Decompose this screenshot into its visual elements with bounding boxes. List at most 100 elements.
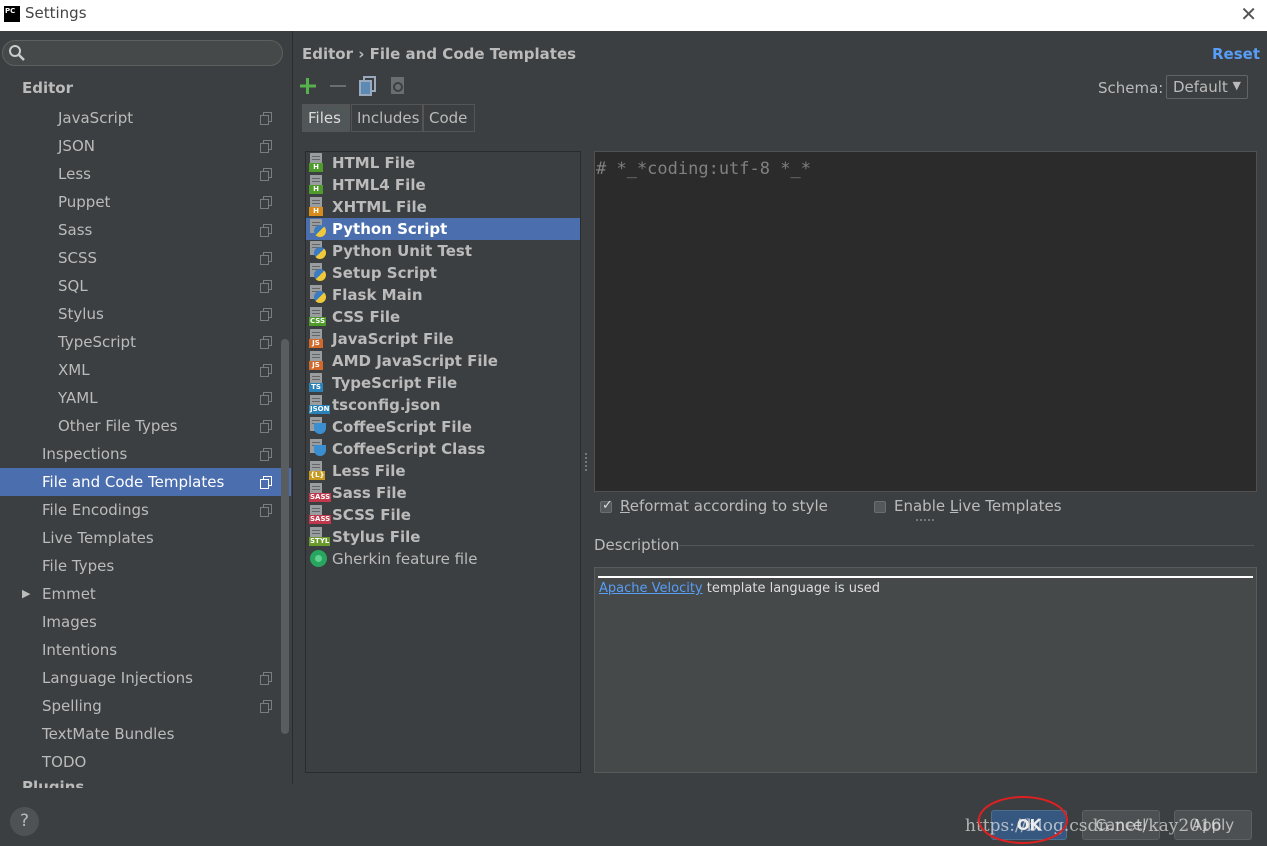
project-scope-icon xyxy=(260,168,272,181)
sidebar-item[interactable]: Other File Types xyxy=(0,412,291,440)
sidebar-item[interactable]: TextMate Bundles xyxy=(0,720,291,748)
file-type-icon: SASS xyxy=(309,505,332,524)
tab-files[interactable]: Files xyxy=(302,104,350,132)
template-list-item[interactable]: TS TypeScript File xyxy=(306,372,580,394)
sidebar-item[interactable]: Spelling xyxy=(0,692,291,720)
sidebar-item[interactable]: Language Injections xyxy=(0,664,291,692)
schema-dropdown[interactable]: Default ▼ xyxy=(1166,75,1248,99)
template-name: JavaScript File xyxy=(332,330,454,348)
sidebar-item-label: JavaScript xyxy=(58,109,134,127)
file-type-badge: {L} xyxy=(309,471,326,480)
template-list-item[interactable]: Flask Main xyxy=(306,284,580,306)
sidebar-item[interactable]: SCSS xyxy=(0,244,291,272)
search-box[interactable] xyxy=(2,40,283,66)
file-type-icon: JSON xyxy=(309,395,331,414)
file-type-badge: H xyxy=(309,163,323,172)
template-name: Flask Main xyxy=(332,286,423,304)
plus-icon[interactable] xyxy=(297,75,319,97)
sidebar-item-label: SQL xyxy=(58,277,88,295)
close-icon[interactable]: ✕ xyxy=(1240,2,1257,26)
reset-link[interactable]: Reset xyxy=(1212,45,1260,63)
template-name: Less File xyxy=(332,462,406,480)
cancel-button[interactable]: Cancel xyxy=(1082,810,1160,840)
sidebar-item[interactable]: File Encodings xyxy=(0,496,291,524)
sidebar-item[interactable]: Sass xyxy=(0,216,291,244)
template-list-item[interactable]: CSS CSS File xyxy=(306,306,580,328)
live-templates-checkbox-box[interactable] xyxy=(874,501,886,513)
gherkin-icon xyxy=(309,549,327,568)
sidebar-item-label: Less xyxy=(58,165,91,183)
sidebar-item-plugins[interactable]: Plugins xyxy=(22,778,84,788)
expand-arrow-icon[interactable]: ▶ xyxy=(22,580,30,608)
template-name: tsconfig.json xyxy=(332,396,441,414)
sidebar-item[interactable]: TODO xyxy=(0,748,291,776)
template-list-item[interactable]: {L} Less File xyxy=(306,460,580,482)
template-list-item[interactable]: H HTML4 File xyxy=(306,174,580,196)
template-list-item[interactable]: Gherkin feature file xyxy=(306,548,580,570)
sidebar-item[interactable]: Images xyxy=(0,608,291,636)
file-type-icon: {L} xyxy=(309,461,327,480)
sidebar-item[interactable]: Stylus xyxy=(0,300,291,328)
template-list-item[interactable]: CoffeeScript File xyxy=(306,416,580,438)
sidebar-item[interactable]: Less xyxy=(0,160,291,188)
project-scope-icon xyxy=(260,504,272,517)
template-list: H HTML File H HTML4 File H XHTML File Python S… xyxy=(305,151,581,773)
sidebar-item-label: TextMate Bundles xyxy=(42,725,175,743)
template-list-item[interactable]: JSON tsconfig.json xyxy=(306,394,580,416)
search-input[interactable] xyxy=(29,43,274,63)
file-type-badge: CSS xyxy=(309,317,327,326)
tab-includes[interactable]: Includes xyxy=(351,104,423,132)
tab-code[interactable]: Code xyxy=(423,104,475,132)
template-name: CoffeeScript File xyxy=(332,418,472,436)
template-list-item[interactable]: JS JavaScript File xyxy=(306,328,580,350)
sidebar-scrollbar[interactable] xyxy=(281,339,289,734)
file-type-icon: JS xyxy=(309,351,327,370)
reformat-checkbox-box[interactable]: ✓ xyxy=(600,498,613,513)
sidebar-item[interactable]: File and Code Templates xyxy=(0,468,291,496)
sidebar-item[interactable]: XML xyxy=(0,356,291,384)
template-list-item[interactable]: SASS SCSS File xyxy=(306,504,580,526)
template-list-item[interactable]: Python Unit Test xyxy=(306,240,580,262)
ok-button[interactable]: OK xyxy=(991,810,1067,840)
sidebar-item[interactable]: File Types xyxy=(0,552,291,580)
template-name: Sass File xyxy=(332,484,407,502)
file-type-icon: H xyxy=(309,153,327,172)
sidebar-item[interactable]: Live Templates xyxy=(0,524,291,552)
sidebar-item-label: File Types xyxy=(42,557,115,575)
copy-icon[interactable] xyxy=(357,75,379,97)
sidebar-item[interactable]: ▶ Emmet xyxy=(0,580,291,608)
sidebar-item-label: Stylus xyxy=(58,305,104,323)
sidebar-item[interactable]: Intentions xyxy=(0,636,291,664)
sidebar-item[interactable]: JSON xyxy=(0,132,291,160)
sidebar-item[interactable]: SQL xyxy=(0,272,291,300)
help-button[interactable]: ? xyxy=(10,807,39,836)
resize-handle[interactable] xyxy=(916,519,934,523)
splitter-handle[interactable] xyxy=(585,453,589,471)
apply-button[interactable]: Apply xyxy=(1174,810,1252,840)
editor-content[interactable]: # *_*coding:utf-8 *_* xyxy=(596,159,811,179)
template-editor[interactable]: # *_*coding:utf-8 *_* xyxy=(594,151,1257,492)
template-list-item[interactable]: Setup Script xyxy=(306,262,580,284)
settings-sidebar: Editor JavaScript JSON Less Puppet Sass SCSS S… xyxy=(0,31,293,784)
reset-template-icon[interactable] xyxy=(387,75,409,97)
project-scope-icon xyxy=(260,140,272,153)
apache-velocity-link[interactable]: Apache Velocity xyxy=(599,581,703,596)
sidebar-section-editor[interactable]: Editor xyxy=(22,79,73,97)
sidebar-item-label: Emmet xyxy=(42,585,96,603)
template-list-item[interactable]: Python Script xyxy=(306,218,580,240)
template-list-item[interactable]: STYL Stylus File xyxy=(306,526,580,548)
sidebar-item[interactable]: TypeScript xyxy=(0,328,291,356)
sidebar-item[interactable]: Puppet xyxy=(0,188,291,216)
sidebar-item[interactable]: Inspections xyxy=(0,440,291,468)
template-list-item[interactable]: H XHTML File xyxy=(306,196,580,218)
sidebar-item[interactable]: YAML xyxy=(0,384,291,412)
sidebar-item-label: Sass xyxy=(58,221,93,239)
template-list-item[interactable]: SASS Sass File xyxy=(306,482,580,504)
template-list-item[interactable]: JS AMD JavaScript File xyxy=(306,350,580,372)
search-icon xyxy=(9,45,25,61)
sidebar-item[interactable]: JavaScript xyxy=(0,104,291,132)
template-list-item[interactable]: H HTML File xyxy=(306,152,580,174)
minus-icon[interactable] xyxy=(327,75,349,97)
template-list-item[interactable]: CoffeeScript Class xyxy=(306,438,580,460)
project-scope-icon xyxy=(260,336,272,349)
